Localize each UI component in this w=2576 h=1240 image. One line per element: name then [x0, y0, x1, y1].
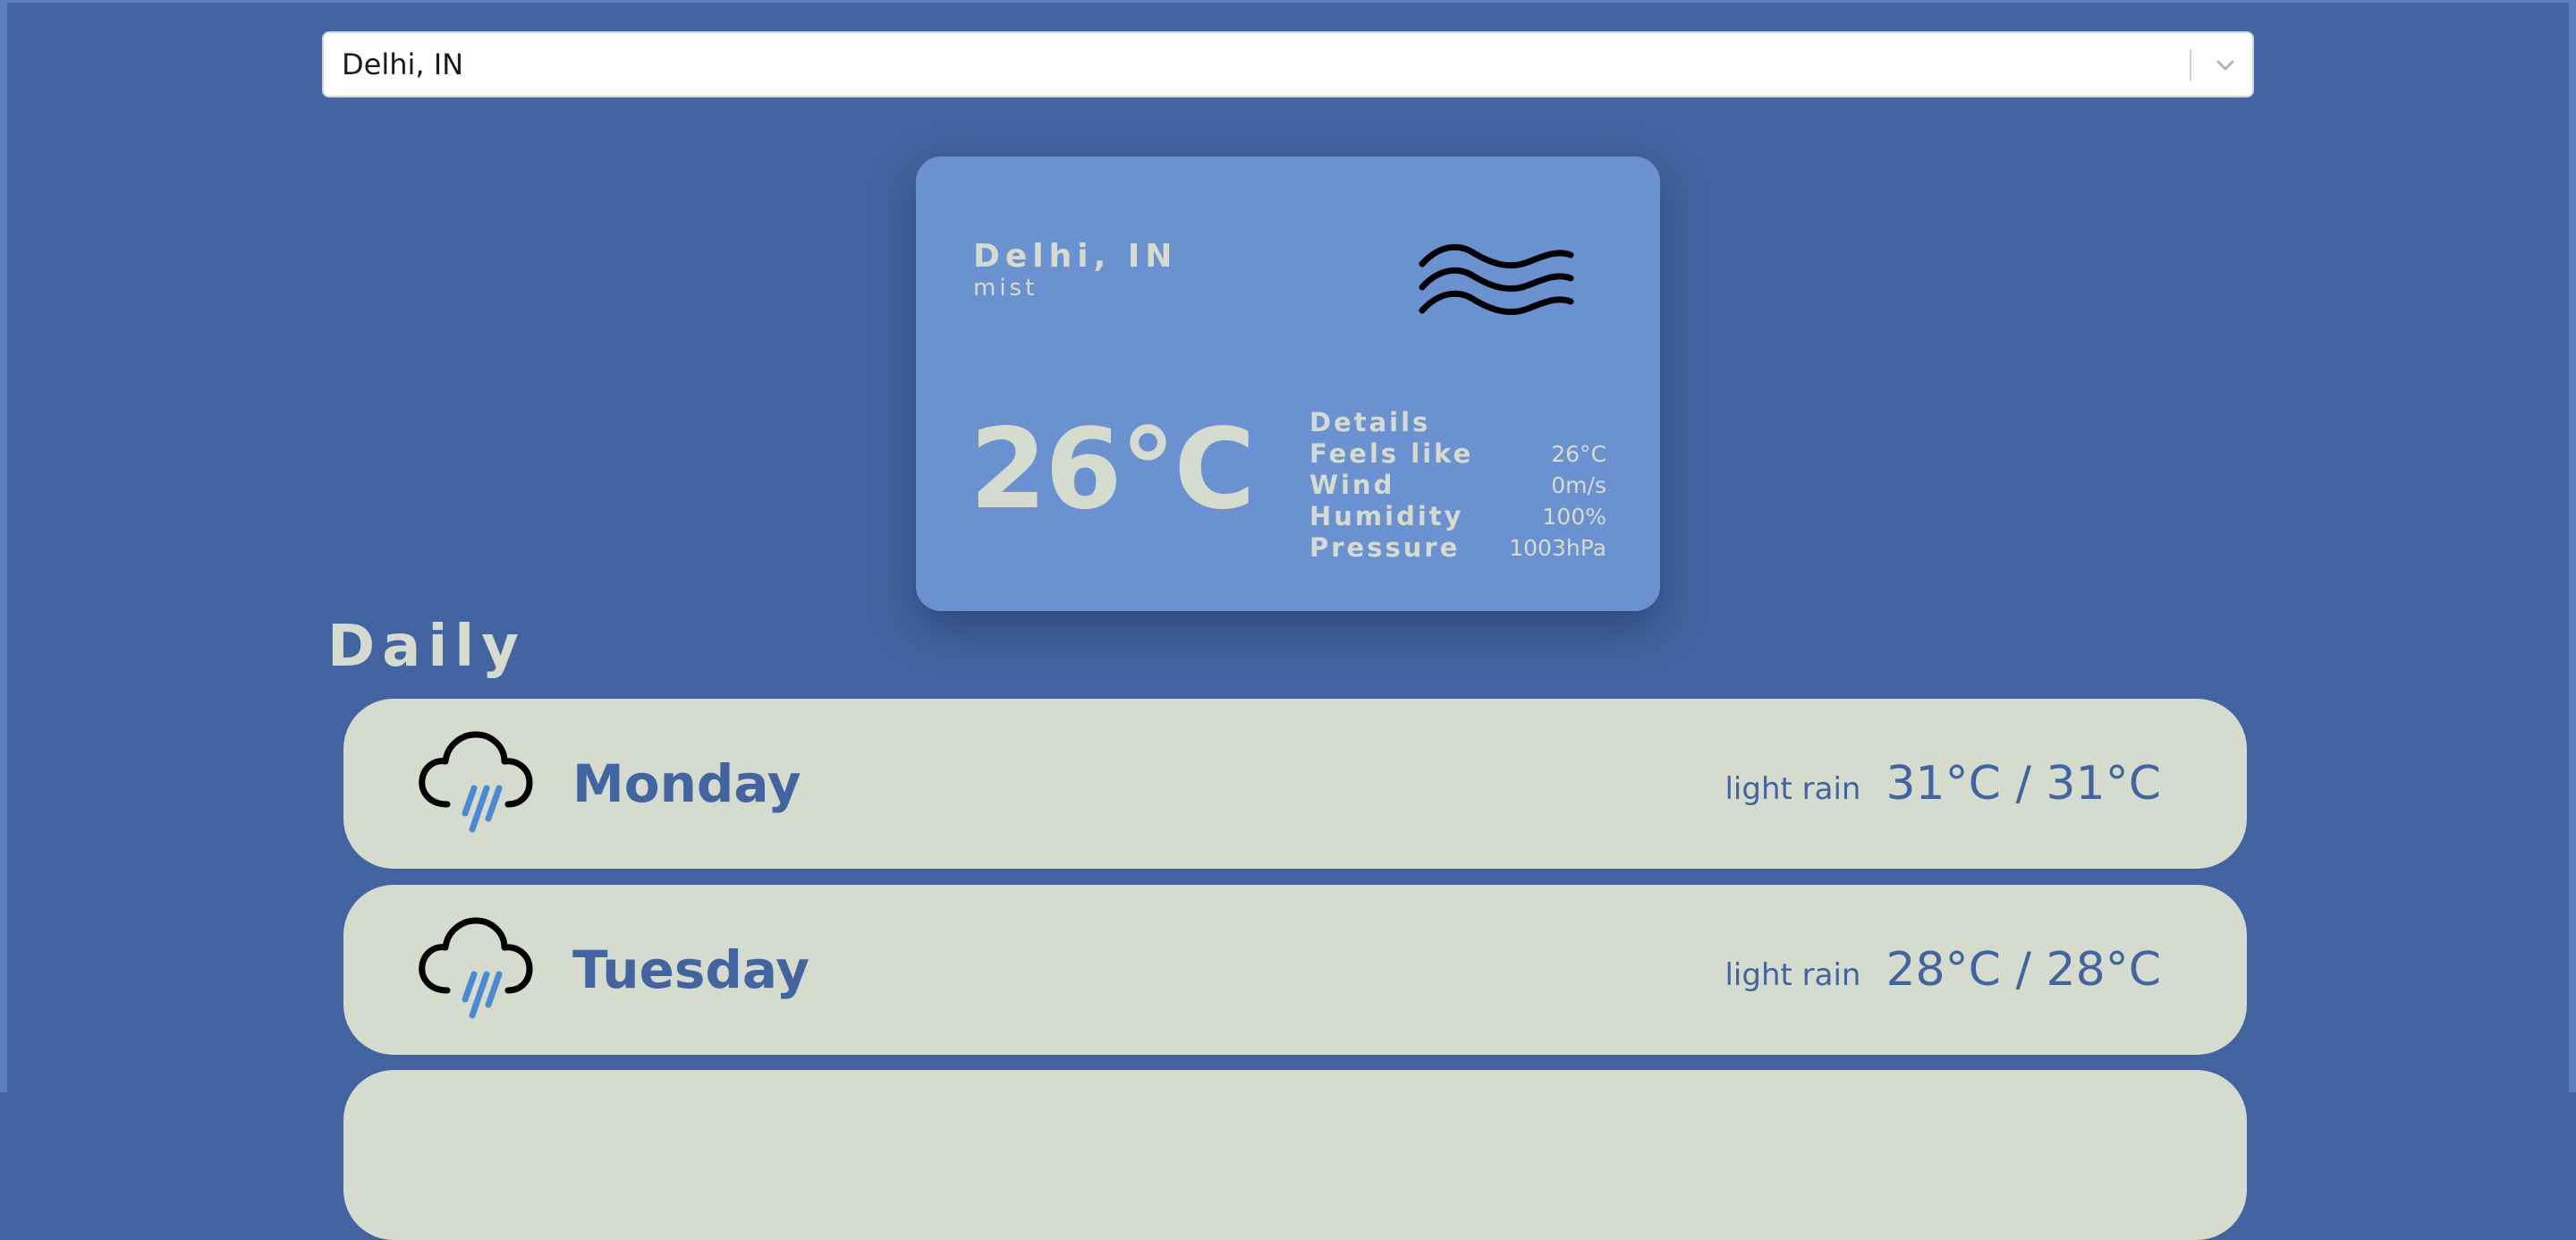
- mist-icon: [1419, 243, 1574, 316]
- day-description: light rain: [1724, 957, 1861, 993]
- day-name: Tuesday: [572, 939, 810, 1000]
- city-search-value[interactable]: Delhi, IN: [342, 33, 463, 96]
- detail-row-feels-like: Feels like 26°C: [1309, 438, 1606, 470]
- daily-forecast-item[interactable]: Tuesday light rain 28°C / 28°C: [343, 885, 2247, 1055]
- detail-label: Feels like: [1309, 438, 1474, 469]
- daily-forecast-item[interactable]: Monday light rain 31°C / 31°C: [343, 699, 2247, 869]
- current-description: mist: [973, 275, 1038, 302]
- detail-value: 26°C: [1551, 441, 1606, 467]
- daily-section-title: Daily: [327, 614, 526, 680]
- detail-row-wind: Wind 0m/s: [1309, 470, 1606, 501]
- detail-value: 100%: [1542, 504, 1606, 530]
- city-search-select[interactable]: Delhi, IN: [322, 31, 2254, 98]
- details-panel: Details Feels like 26°C Wind 0m/s Humidi…: [1309, 407, 1606, 564]
- day-temperature-range: 31°C / 31°C: [1885, 757, 2161, 811]
- chevron-down-icon[interactable]: [2213, 53, 2238, 78]
- day-summary: light rain 31°C / 31°C: [1724, 699, 2161, 869]
- current-weather-card: Delhi, IN mist 26°C Details Feels like 2…: [916, 157, 1660, 611]
- rain-cloud-icon: [419, 731, 533, 833]
- current-city: Delhi, IN: [973, 238, 1178, 275]
- select-separator: [2190, 49, 2191, 81]
- day-name: Monday: [572, 753, 801, 814]
- day-description: light rain: [1724, 771, 1861, 807]
- detail-row-humidity: Humidity 100%: [1309, 501, 1606, 532]
- detail-label: Wind: [1309, 470, 1395, 500]
- detail-row-pressure: Pressure 1003hPa: [1309, 532, 1606, 564]
- details-title-row: Details: [1309, 407, 1606, 438]
- current-temperature: 26°C: [970, 405, 1256, 534]
- details-title: Details: [1309, 407, 1431, 437]
- detail-label: Humidity: [1309, 501, 1464, 531]
- rain-cloud-icon: [419, 917, 533, 1019]
- day-temperature-range: 28°C / 28°C: [1885, 943, 2161, 997]
- day-summary: light rain 28°C / 28°C: [1724, 885, 2161, 1055]
- detail-label: Pressure: [1309, 532, 1461, 563]
- detail-value: 0m/s: [1551, 472, 1606, 498]
- detail-value: 1003hPa: [1509, 535, 1606, 561]
- daily-forecast-item-partial[interactable]: [343, 1070, 2247, 1240]
